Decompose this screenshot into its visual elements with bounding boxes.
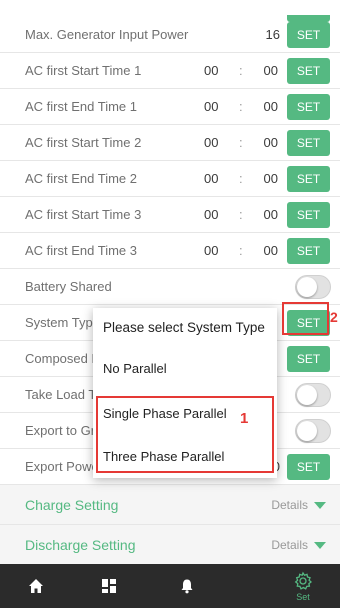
time-separator: : (239, 171, 243, 186)
tab-home[interactable] (2, 564, 70, 608)
row-label: AC first End Time 3 (25, 243, 137, 258)
annotation-box-2 (282, 302, 329, 335)
row-ac-first-start-time-3: AC first Start Time 3 00 : 00 SET (0, 197, 340, 233)
hours-value[interactable]: 00 (204, 171, 234, 186)
set-button-ac-first-start-time-1[interactable]: SET (287, 58, 330, 84)
row-ac-first-end-time-3: AC first End Time 3 00 : 00 SET (0, 233, 340, 269)
hours-value[interactable]: 00 (204, 243, 234, 258)
row-battery-shared: Battery Shared (0, 269, 340, 305)
row-label: Battery Shared (25, 279, 112, 294)
row-ac-first-end-time-1: AC first End Time 1 00 : 00 SET (0, 89, 340, 125)
set-button-composed[interactable]: SET (287, 346, 330, 372)
row-ac-first-start-time-1: AC first Start Time 1 00 : 00 SET (0, 53, 340, 89)
row-label: AC first End Time 2 (25, 171, 137, 186)
section-charge-setting[interactable]: Charge Setting Details (0, 485, 340, 525)
bottom-tab-bar: Set (0, 564, 340, 608)
minutes-value[interactable]: 00 (252, 63, 278, 78)
annotation-number-1: 1 (240, 410, 249, 427)
toggle-knob (297, 277, 317, 297)
row-label: AC first Start Time 2 (25, 135, 142, 150)
tab-notifications[interactable] (153, 564, 221, 608)
time-separator: : (239, 207, 243, 222)
row-label: Take Load To (25, 387, 103, 402)
hours-value[interactable]: 00 (204, 207, 234, 222)
take-load-toggle[interactable] (295, 383, 331, 407)
tab-dashboard[interactable] (75, 564, 143, 608)
row-ac-first-start-time-2: AC first Start Time 2 00 : 00 SET (0, 125, 340, 161)
row-label: AC first Start Time 3 (25, 207, 142, 222)
row-label: AC first End Time 1 (25, 99, 137, 114)
minutes-value[interactable]: 00 (252, 171, 278, 186)
row-label: AC first Start Time 1 (25, 63, 142, 78)
annotation-number-2: 2 (330, 309, 338, 325)
minutes-value[interactable]: 00 (252, 99, 278, 114)
set-button-max-generator-power[interactable]: SET (287, 22, 330, 48)
set-button-ac-first-start-time-3[interactable]: SET (287, 202, 330, 228)
gear-icon (294, 571, 313, 590)
time-separator: : (239, 243, 243, 258)
caret-down-icon (314, 502, 326, 509)
set-button-ac-first-end-time-1[interactable]: SET (287, 94, 330, 120)
hours-value[interactable]: 00 (204, 135, 234, 150)
option-no-parallel[interactable]: No Parallel (103, 361, 167, 376)
toggle-knob (297, 421, 317, 441)
generator-power-value[interactable]: 16 (250, 27, 280, 42)
row-label: Composed P (25, 351, 101, 366)
row-max-generator-input-power: Max. Generator Input Power 16 SET (0, 15, 340, 53)
set-button-ac-first-end-time-2[interactable]: SET (287, 166, 330, 192)
set-button-ac-first-start-time-2[interactable]: SET (287, 130, 330, 156)
section-title: Charge Setting (25, 497, 119, 513)
previous-set-button-edge[interactable] (287, 15, 330, 22)
row-label: System Type (25, 315, 100, 330)
caret-down-icon (314, 542, 326, 549)
annotation-box-1 (96, 396, 274, 473)
minutes-value[interactable]: 00 (252, 135, 278, 150)
time-separator: : (239, 63, 243, 78)
details-link[interactable]: Details (271, 498, 308, 512)
popup-title: Please select System Type (103, 320, 265, 335)
export-to-grid-toggle[interactable] (295, 419, 331, 443)
details-link[interactable]: Details (271, 538, 308, 552)
set-button-ac-first-end-time-3[interactable]: SET (287, 238, 330, 264)
toggle-knob (297, 385, 317, 405)
section-discharge-setting[interactable]: Discharge Setting Details (0, 525, 340, 565)
minutes-value[interactable]: 00 (252, 243, 278, 258)
grid-icon (102, 579, 116, 593)
time-separator: : (239, 99, 243, 114)
set-button-export-power[interactable]: SET (287, 454, 330, 480)
row-label: Max. Generator Input Power (25, 27, 189, 42)
hours-value[interactable]: 00 (204, 99, 234, 114)
section-title: Discharge Setting (25, 537, 136, 553)
bell-icon (181, 579, 193, 594)
minutes-value[interactable]: 00 (252, 207, 278, 222)
row-ac-first-end-time-2: AC first End Time 2 00 : 00 SET (0, 161, 340, 197)
battery-shared-toggle[interactable] (295, 275, 331, 299)
row-label: Export Powe (25, 459, 99, 474)
hours-value[interactable]: 00 (204, 63, 234, 78)
row-label: Export to Gri (25, 423, 98, 438)
time-separator: : (239, 135, 243, 150)
home-icon (29, 579, 43, 593)
tab-set[interactable]: Set (269, 564, 337, 608)
tab-label: Set (296, 591, 310, 602)
